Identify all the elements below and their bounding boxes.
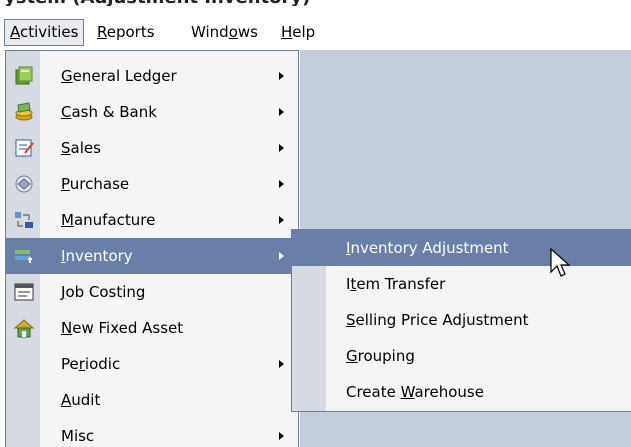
window-title-strip: ystem (Adjustment Inventory) xyxy=(0,0,631,6)
menu-item-misc[interactable]: Misc xyxy=(6,418,298,447)
submenu-item-item-transfer[interactable]: Item Transfer xyxy=(292,266,631,302)
menu-item-periodic[interactable]: Periodic xyxy=(6,346,298,382)
submenu-arrow-icon xyxy=(279,72,284,80)
mouse-pointer-icon xyxy=(550,247,572,284)
submenu-item-selling-price-adjustment[interactable]: Selling Price Adjustment xyxy=(292,302,631,338)
submenu-arrow-icon xyxy=(279,432,284,440)
fixed-asset-icon xyxy=(13,317,35,339)
menu-item-general-ledger[interactable]: General Ledger xyxy=(6,58,298,94)
menu-reports[interactable]: Reports xyxy=(91,20,161,45)
menu-item-audit[interactable]: Audit xyxy=(6,382,298,418)
menu-item-job-costing[interactable]: Job Costing xyxy=(6,274,298,310)
menu-help[interactable]: Help xyxy=(275,20,321,45)
menu-item-manufacture[interactable]: Manufacture xyxy=(6,202,298,238)
purchase-icon xyxy=(13,173,35,195)
window-edge xyxy=(0,50,4,447)
manufacture-icon xyxy=(13,209,35,231)
menu-activities[interactable]: Activities xyxy=(4,19,85,46)
menu-windows[interactable]: Windows xyxy=(185,20,264,45)
ledger-icon xyxy=(13,65,35,87)
menu-bar: Activities Reports Windows Help xyxy=(0,14,631,49)
menu-item-new-fixed-asset[interactable]: New Fixed Asset xyxy=(6,310,298,346)
menu-item-purchase[interactable]: Purchase xyxy=(6,166,298,202)
submenu-item-grouping[interactable]: Grouping xyxy=(292,338,631,374)
submenu-item-create-warehouse[interactable]: Create Warehouse xyxy=(292,374,631,410)
menu-item-inventory[interactable]: Inventory xyxy=(6,238,298,274)
menu-item-cash-bank[interactable]: Cash & Bank xyxy=(6,94,298,130)
inventory-submenu: Inventory Adjustment Item Transfer Selli… xyxy=(291,229,631,412)
submenu-arrow-icon xyxy=(279,180,284,188)
submenu-arrow-icon xyxy=(279,252,284,260)
window-title: ystem (Adjustment Inventory) xyxy=(4,0,310,6)
submenu-item-inventory-adjustment[interactable]: Inventory Adjustment xyxy=(292,230,631,266)
inventory-icon xyxy=(13,245,35,267)
menu-item-sales[interactable]: Sales xyxy=(6,130,298,166)
submenu-arrow-icon xyxy=(279,216,284,224)
job-costing-icon xyxy=(13,281,35,303)
submenu-arrow-icon xyxy=(279,360,284,368)
sales-icon xyxy=(13,137,35,159)
submenu-arrow-icon xyxy=(279,108,284,116)
submenu-arrow-icon xyxy=(279,144,284,152)
cash-bank-icon xyxy=(13,101,35,123)
activities-dropdown: General Ledger Cash & Bank Sales Purchas… xyxy=(5,50,299,447)
